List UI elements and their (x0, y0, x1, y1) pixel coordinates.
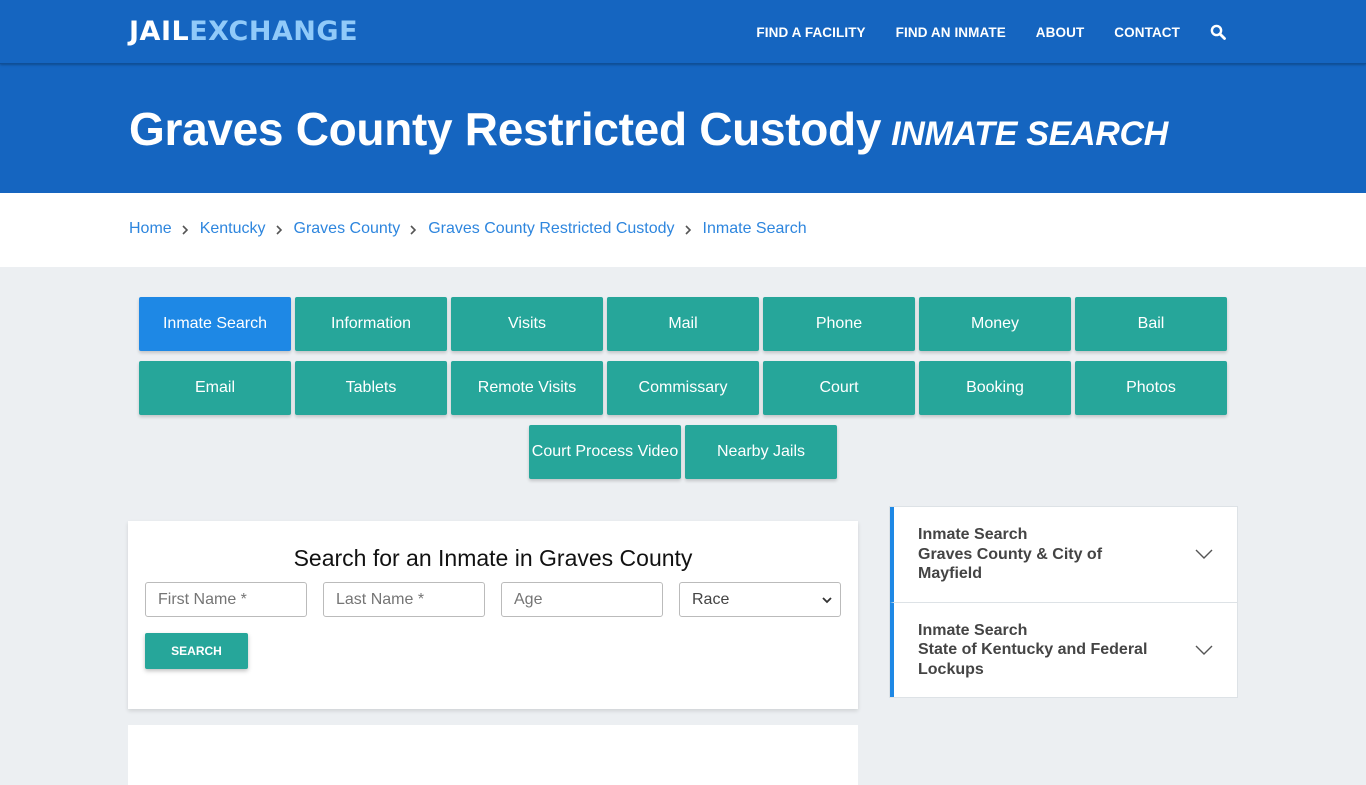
tab-information[interactable]: Information (295, 297, 447, 351)
nav-find-an-inmate[interactable]: FIND AN INMATE (896, 25, 1006, 40)
breadcrumb-home[interactable]: Home (129, 220, 172, 237)
tab-photos[interactable]: Photos (1075, 361, 1227, 415)
accordion-item-graves-county[interactable]: Inmate Search Graves County & City of Ma… (890, 507, 1237, 602)
breadcrumb-bar: Home Kentucky Graves County Graves Count… (0, 193, 1366, 267)
logo-part-exchange: EXCHANGE (189, 16, 359, 47)
tab-row-3: Court Process Video Nearby Jails (137, 425, 1229, 479)
first-name-input[interactable] (145, 582, 307, 617)
breadcrumb-inmate-search[interactable]: Inmate Search (703, 220, 807, 237)
tab-booking[interactable]: Booking (919, 361, 1071, 415)
tab-money[interactable]: Money (919, 297, 1071, 351)
chevron-down-icon[interactable] (1195, 549, 1213, 560)
nav-find-a-facility[interactable]: FIND A FACILITY (756, 25, 865, 40)
nav-contact[interactable]: CONTACT (1114, 25, 1180, 40)
chevron-right-icon (409, 223, 419, 235)
accordion-label-line2: Graves County & City of Mayfield (918, 545, 1103, 583)
facility-name: Graves County Restricted Custody (129, 103, 882, 155)
chevron-right-icon (684, 223, 694, 235)
tab-commissary[interactable]: Commissary (607, 361, 759, 415)
tab-phone[interactable]: Phone (763, 297, 915, 351)
breadcrumb-kentucky[interactable]: Kentucky (200, 220, 266, 237)
logo-part-jail: JAIL (129, 16, 190, 47)
facility-tabs: Inmate Search Information Visits Mail Ph… (137, 297, 1229, 489)
age-input[interactable] (501, 582, 663, 617)
race-select[interactable]: Race (679, 582, 841, 617)
breadcrumb: Home Kentucky Graves County Graves Count… (129, 220, 807, 238)
search-heading: Search for an Inmate in Graves County (293, 545, 693, 571)
race-select-value: Race (692, 590, 730, 608)
tab-tablets[interactable]: Tablets (295, 361, 447, 415)
search-icon[interactable] (1210, 24, 1226, 40)
page-subtitle: INMATE SEARCH (891, 115, 1169, 153)
tab-court-process-video[interactable]: Court Process Video (529, 425, 681, 479)
tab-bail[interactable]: Bail (1075, 297, 1227, 351)
accordion-item-state-federal[interactable]: Inmate Search State of Kentucky and Fede… (890, 601, 1237, 697)
tab-row-1: Inmate Search Information Visits Mail Ph… (137, 297, 1229, 351)
inmate-search-card: Search for an Inmate in Graves County Ra… (128, 521, 858, 709)
chevron-right-icon (275, 223, 285, 235)
accordion-label-line1: Inmate Search (918, 621, 1028, 639)
tab-email[interactable]: Email (139, 361, 291, 415)
page-hero: Graves County Restricted Custody INMATE S… (0, 64, 1366, 193)
tab-court[interactable]: Court (763, 361, 915, 415)
last-name-input[interactable] (323, 582, 485, 617)
breadcrumb-facility[interactable]: Graves County Restricted Custody (428, 220, 674, 237)
top-navbar: JAILEXCHANGE FIND A FACILITY FIND AN INM… (0, 0, 1366, 64)
tab-remote-visits[interactable]: Remote Visits (451, 361, 603, 415)
tab-mail[interactable]: Mail (607, 297, 759, 351)
nav-about[interactable]: ABOUT (1036, 25, 1085, 40)
content-card (128, 725, 858, 785)
chevron-right-icon (181, 223, 191, 235)
tab-visits[interactable]: Visits (451, 297, 603, 351)
tab-inmate-search[interactable]: Inmate Search (139, 297, 291, 351)
jailexchange-logo[interactable]: JAILEXCHANGE (129, 16, 358, 47)
breadcrumb-graves-county[interactable]: Graves County (294, 220, 401, 237)
tab-nearby-jails[interactable]: Nearby Jails (685, 425, 837, 479)
tab-row-2: Email Tablets Remote Visits Commissary C… (137, 361, 1229, 415)
accordion-label-line1: Inmate Search (918, 526, 1028, 543)
main-nav: FIND A FACILITY FIND AN INMATE ABOUT CON… (726, 0, 1226, 64)
related-searches-sidebar: Inmate Search Graves County & City of Ma… (889, 506, 1238, 698)
search-button[interactable]: SEARCH (145, 633, 248, 669)
chevron-down-icon (822, 591, 832, 609)
accordion-label-line2: State of Kentucky and Federal Lockups (918, 641, 1148, 678)
page-title: Graves County Restricted Custody INMATE S… (129, 102, 1168, 156)
chevron-down-icon[interactable] (1195, 645, 1213, 655)
